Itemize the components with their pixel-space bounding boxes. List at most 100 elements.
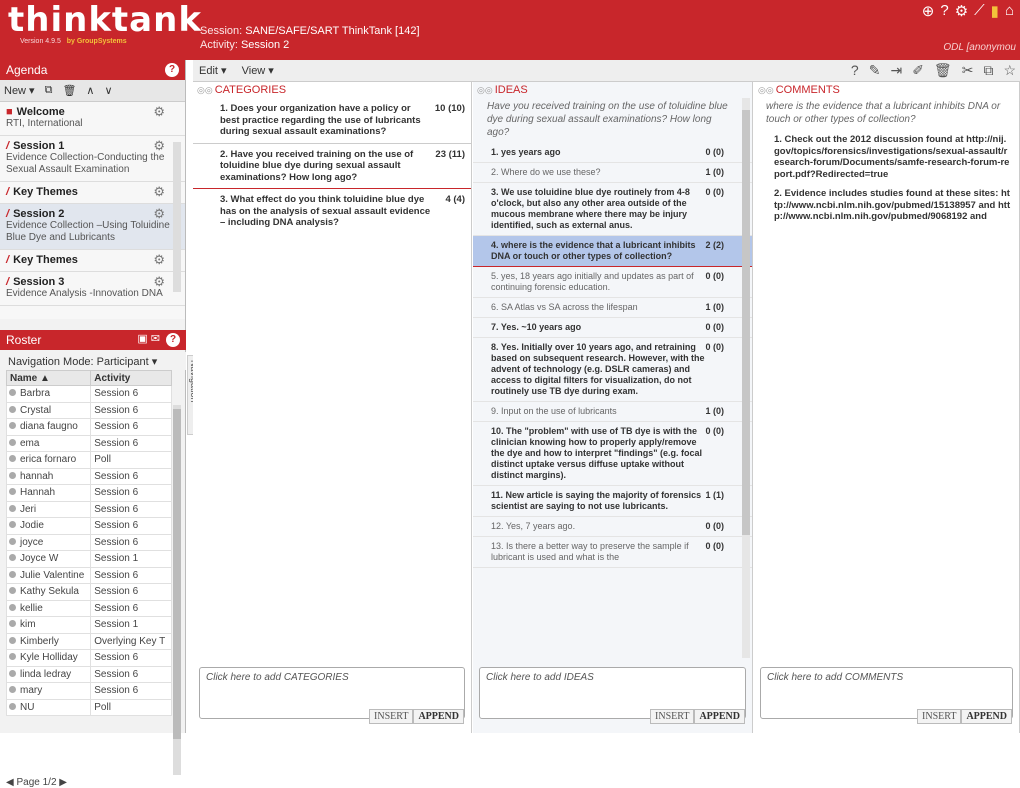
table-row[interactable]: joyce Session 6 xyxy=(5,533,172,551)
category-item[interactable]: 1. Does your organization have a policy … xyxy=(193,98,471,144)
status-dot-icon xyxy=(9,554,16,562)
help-icon[interactable]: ? xyxy=(940,2,948,20)
ideas-scrollbar[interactable] xyxy=(742,98,750,658)
table-row[interactable]: linda ledray Session 6 xyxy=(5,665,172,683)
roster-tools-icon[interactable]: ▣ ✉ xyxy=(137,332,160,345)
star-icon[interactable]: ☆ xyxy=(1003,62,1016,79)
agenda-help-icon[interactable]: ? xyxy=(165,63,179,77)
idea-item[interactable]: 13. Is there a better way to preserve th… xyxy=(473,537,752,568)
copy-icon[interactable]: ⧉ xyxy=(45,84,53,97)
participant-activity: Session 6 xyxy=(90,434,172,452)
participant-activity: Overlying Key T xyxy=(90,632,172,650)
edit-icon[interactable]: ✎ xyxy=(869,62,881,79)
agenda-item-title: Session 1 xyxy=(13,140,65,152)
append-button[interactable]: APPEND xyxy=(413,709,464,724)
status-dot-icon xyxy=(9,620,16,628)
idea-item[interactable]: 10. The "problem" with use of TB dye is … xyxy=(473,422,752,486)
category-item[interactable]: 3. What effect do you think toluidine bl… xyxy=(193,189,471,234)
idea-count: 1 (0) xyxy=(705,302,724,312)
idea-item[interactable]: 7. Yes. ~10 years ago 0 (0) xyxy=(473,318,752,338)
navigation-mode-select[interactable]: Navigation Mode: Participant ▾ xyxy=(0,352,186,370)
table-row[interactable]: NU Poll xyxy=(5,698,172,716)
column-header-name[interactable]: Name ▲ xyxy=(5,370,92,386)
agenda-scrollbar[interactable] xyxy=(173,142,181,292)
add-idea-input[interactable]: Click here to add IDEAS INSERT APPEND xyxy=(479,667,746,724)
table-row[interactable]: Kyle Holliday Session 6 xyxy=(5,649,172,667)
signal-icon[interactable]: ▮ xyxy=(991,2,999,20)
gear-icon[interactable]: ⚙ xyxy=(153,185,165,198)
table-row[interactable]: diana faugno Session 6 xyxy=(5,418,172,436)
idea-item[interactable]: 3. We use toluidine blue dye routinely f… xyxy=(473,183,752,236)
idea-item[interactable]: 4. where is the evidence that a lubrican… xyxy=(473,236,752,267)
participant-activity: Session 1 xyxy=(90,550,172,568)
edit-menu[interactable]: Edit ▾ xyxy=(199,65,227,77)
table-row[interactable]: Barbra Session 6 xyxy=(5,385,172,403)
idea-item[interactable]: 11. New article is saying the majority o… xyxy=(473,486,752,517)
gear-icon[interactable]: ⚙ xyxy=(153,253,165,266)
idea-item[interactable]: 2. Where do we use these? 1 (0) xyxy=(473,163,752,183)
table-row[interactable]: hannah Session 6 xyxy=(5,467,172,485)
table-row[interactable]: Hannah Session 6 xyxy=(5,484,172,502)
table-row[interactable]: Julie Valentine Session 6 xyxy=(5,566,172,584)
idea-item[interactable]: 1. yes years ago 0 (0) xyxy=(473,143,752,163)
move-up-icon[interactable]: ∧ xyxy=(86,84,94,97)
copy-icon[interactable]: ⧉ xyxy=(983,62,993,79)
agenda-item-session-1[interactable]: / Session 1 Evidence Collection-Conductin… xyxy=(0,136,185,182)
table-row[interactable]: Jodie Session 6 xyxy=(5,517,172,535)
table-row[interactable]: mary Session 6 xyxy=(5,682,172,700)
idea-item[interactable]: 6. SA Atlas vs SA across the lifespan 1 (… xyxy=(473,298,752,318)
idea-item[interactable]: 8. Yes. Initially over 10 years ago, and… xyxy=(473,338,752,402)
category-item[interactable]: 2. Have you received training on the use… xyxy=(193,144,471,189)
chart-icon[interactable]: ⟋ xyxy=(974,2,985,20)
roster-scrollbar[interactable] xyxy=(173,405,181,775)
insert-button[interactable]: INSERT xyxy=(917,709,962,724)
table-row[interactable]: Crystal Session 6 xyxy=(5,401,172,419)
append-button[interactable]: APPEND xyxy=(694,709,745,724)
idea-item[interactable]: 9. Input on the use of lubricants 1 (0) xyxy=(473,402,752,422)
append-button[interactable]: APPEND xyxy=(961,709,1012,724)
agenda-item-welcome[interactable]: ■ Welcome RTI, International ⚙ xyxy=(0,102,185,136)
column-header-activity[interactable]: Activity xyxy=(90,370,172,386)
table-row[interactable]: kellie Session 6 xyxy=(5,599,172,617)
globe-icon[interactable]: ⊕ xyxy=(922,2,935,20)
pen-icon[interactable]: ✐ xyxy=(912,62,924,79)
delete-icon[interactable]: 🗑 xyxy=(62,84,76,97)
gear-icon[interactable]: ⚙ xyxy=(153,139,165,152)
idea-item[interactable]: 5. yes, 18 years ago initially and updat… xyxy=(473,267,752,298)
table-row[interactable]: ema Session 6 xyxy=(5,434,172,452)
comment-item[interactable]: 1. Check out the 2012 discussion found a… xyxy=(754,130,1019,184)
view-menu[interactable]: View ▾ xyxy=(242,65,274,77)
add-comment-input[interactable]: Click here to add COMMENTS INSERT APPEND xyxy=(760,667,1013,724)
new-button[interactable]: New ▾ xyxy=(4,84,35,97)
table-row[interactable]: kim Session 1 xyxy=(5,616,172,634)
agenda-item-key-themes-2[interactable]: / Key Themes ⚙ xyxy=(0,250,185,272)
idea-item[interactable]: 12. Yes, 7 years ago. 0 (0) xyxy=(473,517,752,537)
participant-name: diana faugno xyxy=(5,418,92,436)
roster-help-icon[interactable]: ? xyxy=(166,333,180,347)
table-row[interactable]: Kathy Sekula Session 6 xyxy=(5,583,172,601)
home-icon[interactable]: ⌂ xyxy=(1005,2,1014,20)
cut-icon[interactable]: ✂ xyxy=(962,62,974,79)
trash-icon[interactable]: 🗑 xyxy=(934,62,952,79)
pager-label: Page 1/2 xyxy=(16,777,57,788)
move-down-icon[interactable]: ∨ xyxy=(104,84,112,97)
insert-button[interactable]: INSERT xyxy=(369,709,414,724)
gear-icon[interactable]: ⚙ xyxy=(955,2,968,20)
table-row[interactable]: Joyce W Session 1 xyxy=(5,550,172,568)
table-row[interactable]: erica fornaro Poll xyxy=(5,451,172,469)
indent-icon[interactable]: ⇥ xyxy=(890,62,902,79)
help-icon[interactable]: ? xyxy=(851,62,859,79)
add-category-input[interactable]: Click here to add CATEGORIES INSERT APPE… xyxy=(199,667,465,724)
agenda-item-session-3[interactable]: / Session 3 Evidence Analysis -Innovation… xyxy=(0,272,185,306)
table-row[interactable]: Jeri Session 6 xyxy=(5,500,172,518)
table-row[interactable]: Kimberly Overlying Key T xyxy=(5,632,172,650)
gear-icon[interactable]: ⚙ xyxy=(153,207,165,220)
agenda-item-session-2[interactable]: / Session 2 Evidence Collection –Using To… xyxy=(0,204,185,250)
gear-icon[interactable]: ⚙ xyxy=(153,105,165,118)
roster-pager[interactable]: ◀ Page 1/2 ▶ xyxy=(6,777,67,788)
participant-activity: Session 6 xyxy=(90,583,172,601)
comment-item[interactable]: 2. Evidence includes studies found at th… xyxy=(754,184,1019,227)
agenda-item-key-themes[interactable]: / Key Themes ⚙ xyxy=(0,182,185,204)
gear-icon[interactable]: ⚙ xyxy=(153,275,165,288)
insert-button[interactable]: INSERT xyxy=(650,709,695,724)
